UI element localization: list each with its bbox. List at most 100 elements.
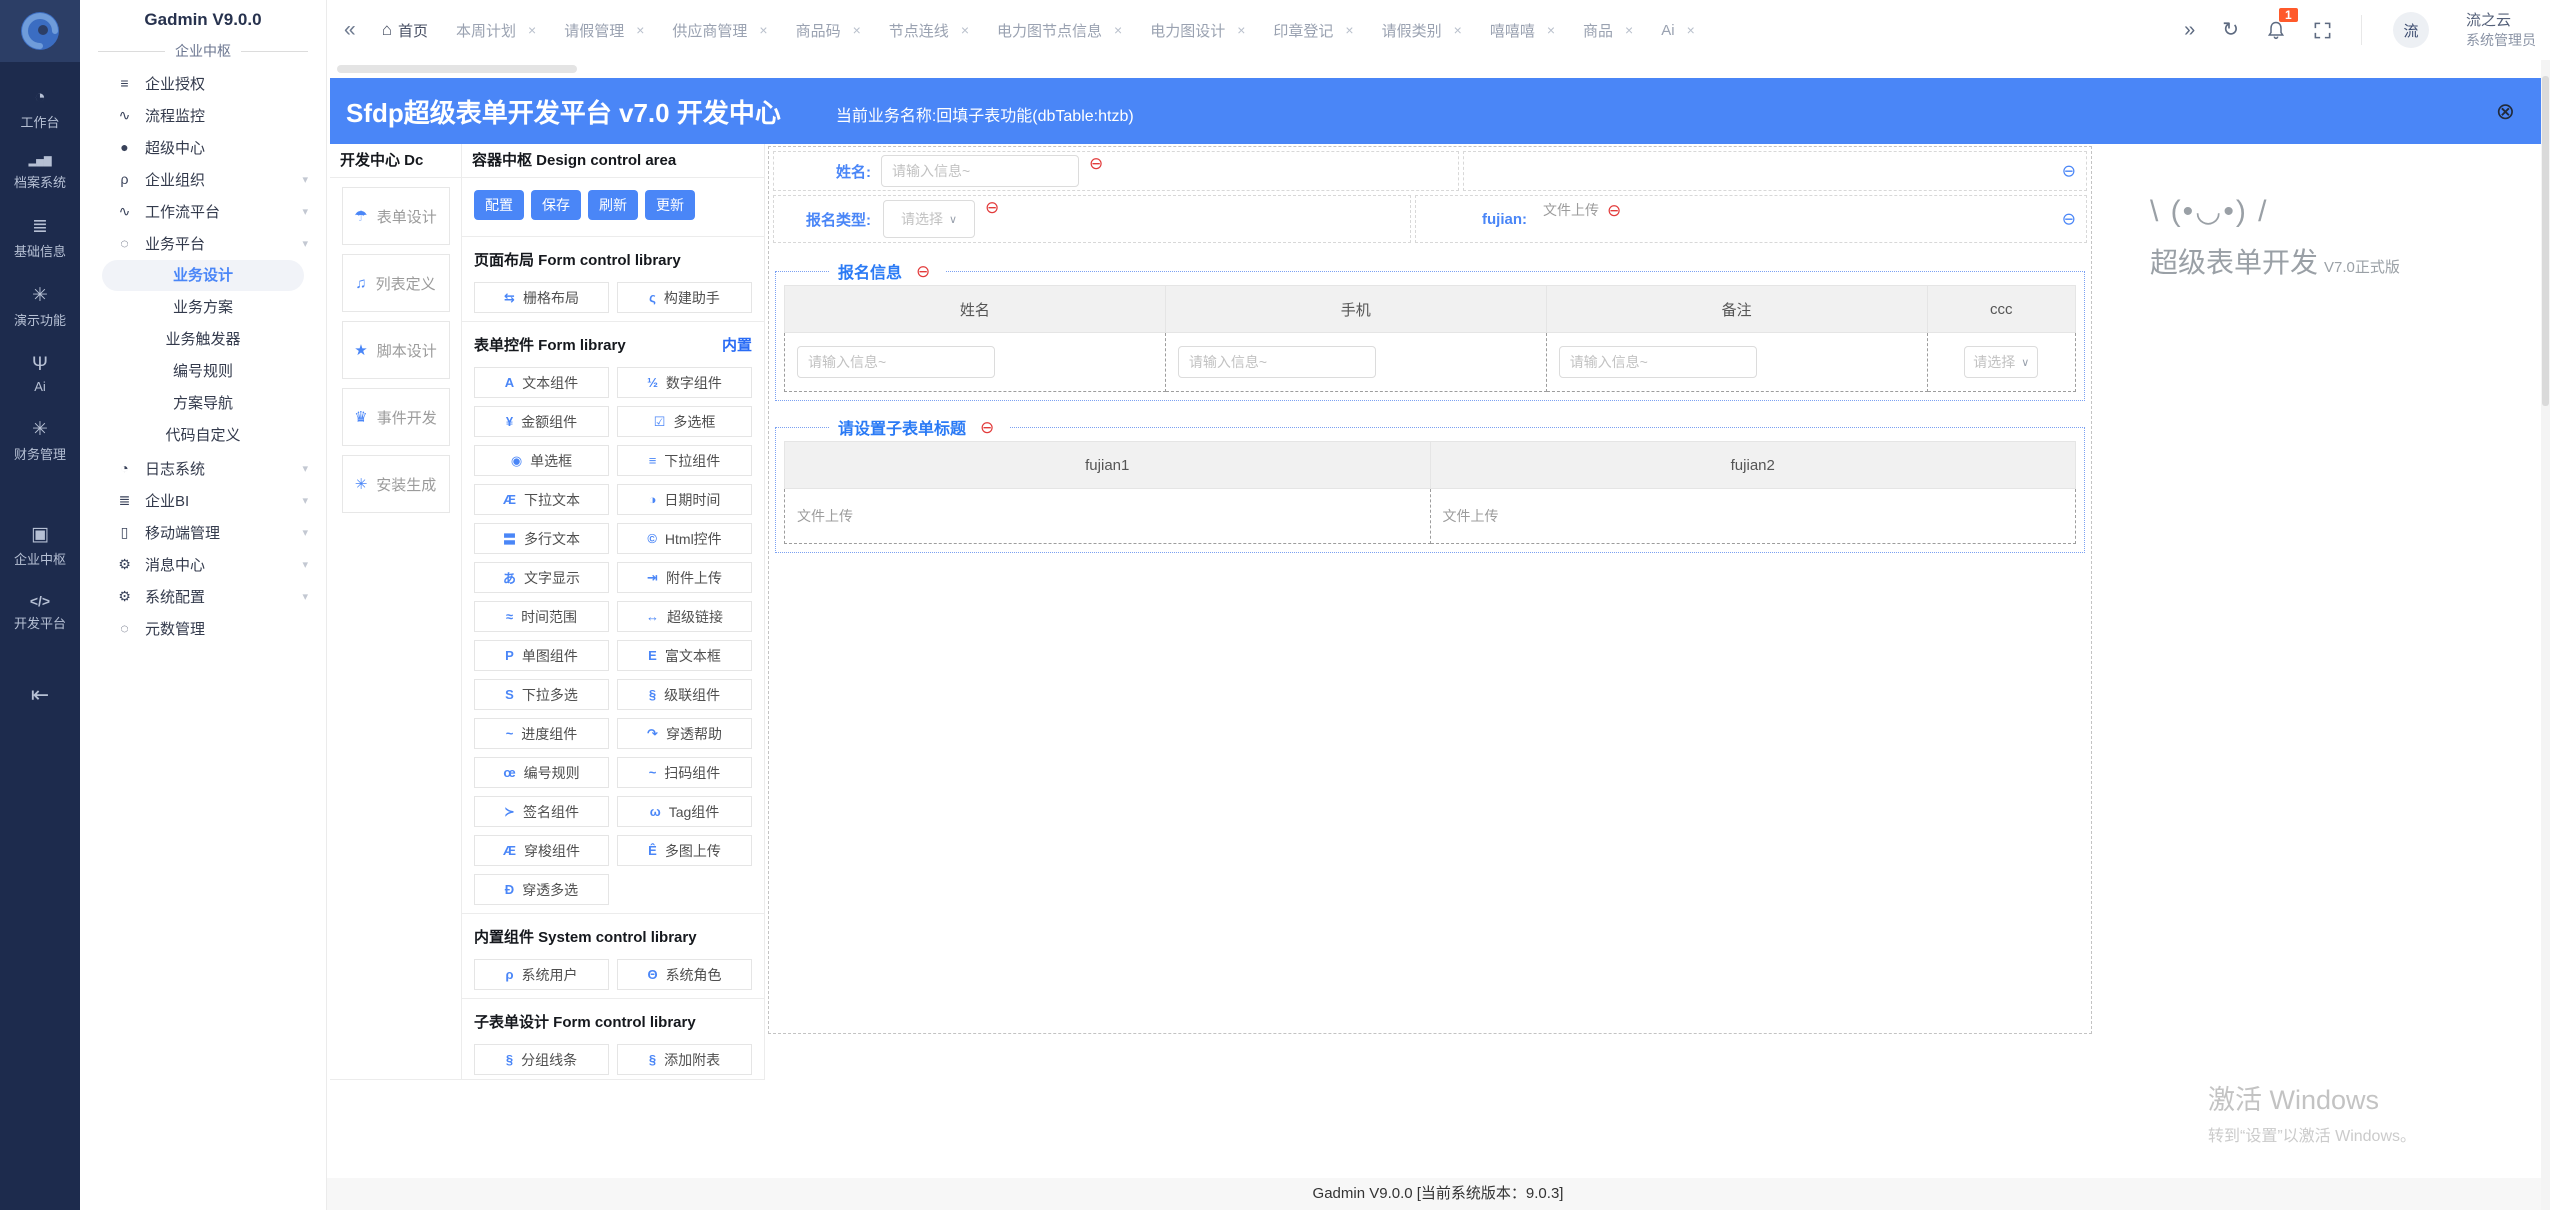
sidebar-subitem-business-trigger[interactable]: 业务触发器	[102, 324, 304, 355]
component-hyperlink[interactable]: ↔ 超级链接	[617, 601, 752, 632]
dc-item-install-generate[interactable]: ✳ 安装生成	[341, 455, 450, 513]
user-info[interactable]: 流之云 系统管理员	[2466, 11, 2536, 49]
close-designer-icon[interactable]: ⊗	[2496, 98, 2515, 125]
component-transfer[interactable]: Æ 穿梭组件	[474, 835, 609, 866]
remove-column-icon[interactable]: ⊖	[2062, 163, 2076, 180]
toolbar-button-2[interactable]: 刷新	[588, 190, 638, 220]
menu-collapse-icon[interactable]: ⇤	[31, 682, 49, 708]
sidebar-subitem-code-custom[interactable]: 代码自定义	[102, 420, 304, 451]
tab-close-icon[interactable]: ×	[1625, 22, 1633, 38]
component-drill-help[interactable]: ↷ 穿透帮助	[617, 718, 752, 749]
table-cell[interactable]: 请选择 ∨	[1926, 332, 2077, 392]
tab[interactable]: 电力图设计 ×	[1150, 20, 1245, 41]
remove-field-icon[interactable]: ⊖	[1607, 202, 1621, 219]
sidebar-item-mobile-management[interactable]: ▯ 移动端管理 ▾	[80, 516, 326, 548]
toolbar-button-0[interactable]: 配置	[474, 190, 524, 220]
sidebar-item-business-platform[interactable]: ◌ 业务平台 ▾	[80, 227, 326, 259]
component-text[interactable]: A 文本组件	[474, 367, 609, 398]
component-textarea[interactable]: 〓多行文本	[474, 523, 609, 554]
tabs-scroll-right-icon[interactable]: »	[2184, 20, 2195, 40]
tab-close-icon[interactable]: ×	[759, 22, 767, 38]
notification-bell-icon[interactable]: 1	[2266, 8, 2298, 41]
sidebar-item-enterprise-bi[interactable]: ≣ 企业BI ▾	[80, 484, 326, 516]
tab[interactable]: 电力图节点信息 ×	[997, 20, 1122, 41]
tab-close-icon[interactable]: ×	[1687, 22, 1695, 38]
rail-item-demo-features[interactable]: ✳ 演示功能	[14, 286, 66, 329]
component-select-text[interactable]: Æ 下拉文本	[474, 484, 609, 515]
rail-item-workbench[interactable]: ◔ 工作台	[14, 88, 66, 131]
component-multi-image-upload[interactable]: Ê 多图上传	[617, 835, 752, 866]
layout-build-assistant[interactable]: ς 构建助手	[617, 282, 752, 313]
tabbar-hscrollbar[interactable]	[337, 65, 577, 73]
sidebar-item-enterprise-org[interactable]: ρ 企业组织 ▾	[80, 163, 326, 195]
empty-cell[interactable]: ⊖	[1463, 151, 2087, 191]
rail-item-basic-info[interactable]: ≣ 基础信息	[14, 217, 66, 260]
remove-field-icon[interactable]: ⊖	[985, 199, 999, 216]
cell-input[interactable]: 请输入信息~	[1177, 346, 1376, 378]
subform-add-subtable[interactable]: § 添加附表	[617, 1044, 752, 1075]
refresh-icon[interactable]: ↻	[2222, 20, 2239, 40]
tab-close-icon[interactable]: ×	[528, 22, 536, 38]
component-signature[interactable]: ≻ 签名组件	[474, 796, 609, 827]
sidebar-item-metadata-management[interactable]: ◌ 元数管理	[80, 612, 326, 644]
tabs-scroll-left-icon[interactable]: «	[344, 18, 356, 42]
component-html[interactable]: © Html控件	[617, 523, 752, 554]
component-datetime[interactable]: ◑ 日期时间	[617, 484, 752, 515]
type-field-cell[interactable]: 报名类型: 请选择 ∨ ⊖	[773, 195, 1411, 243]
tab[interactable]: Ai ×	[1661, 22, 1695, 39]
sidebar-item-process-monitor[interactable]: ∿ 流程监控	[80, 99, 326, 131]
layout-grid-layout[interactable]: ⇆ 栅格布局	[474, 282, 609, 313]
sidebar-subitem-numbering-rule[interactable]: 编号规则	[102, 356, 304, 387]
dc-item-script-design[interactable]: ★ 脚本设计	[341, 321, 450, 379]
tab[interactable]: 供应商管理 ×	[672, 20, 767, 41]
component-select[interactable]: ≡ 下拉组件	[617, 445, 752, 476]
sidebar-item-super-center[interactable]: ● 超级中心	[80, 131, 326, 163]
remove-field-icon[interactable]: ⊖	[1089, 155, 1103, 172]
tab-close-icon[interactable]: ×	[1345, 22, 1353, 38]
dc-item-list-define[interactable]: ♫ 列表定义	[341, 254, 450, 312]
name-field-cell[interactable]: 姓名: 请输入信息~ ⊖	[773, 151, 1459, 191]
sidebar-item-system-config[interactable]: ⚙ 系统配置 ▾	[80, 580, 326, 612]
component-checkbox[interactable]: ☑ 多选框	[617, 406, 752, 437]
avatar[interactable]: 流	[2393, 12, 2429, 48]
component-scan[interactable]: ~ 扫码组件	[617, 757, 752, 788]
system-system-user[interactable]: ρ 系统用户	[474, 959, 609, 990]
component-multi-select[interactable]: S 下拉多选	[474, 679, 609, 710]
component-progress[interactable]: ~ 进度组件	[474, 718, 609, 749]
tab[interactable]: 请假类别 ×	[1382, 20, 1462, 41]
dc-item-event-dev[interactable]: ♛ 事件开发	[341, 388, 450, 446]
component-money[interactable]: ¥ 金额组件	[474, 406, 609, 437]
cell-input[interactable]: 请输入信息~	[1558, 346, 1757, 378]
table-cell[interactable]: 请输入信息~	[1545, 332, 1928, 392]
scrollbar-thumb[interactable]	[2542, 76, 2549, 406]
component-single-image[interactable]: P 单图组件	[474, 640, 609, 671]
sidebar-item-enterprise-auth[interactable]: ≡ 企业授权	[80, 67, 326, 99]
sidebar-subitem-plan-navigation[interactable]: 方案导航	[102, 388, 304, 419]
type-select[interactable]: 请选择 ∨	[883, 200, 975, 238]
component-cascade[interactable]: § 级联组件	[617, 679, 752, 710]
file-upload-text[interactable]: 文件上传	[1543, 200, 1599, 220]
toolbar-button-1[interactable]: 保存	[531, 190, 581, 220]
tab-close-icon[interactable]: ×	[1237, 22, 1245, 38]
file-upload-cell[interactable]: 文件上传	[784, 488, 1431, 544]
component-richtext[interactable]: E 富文本框	[617, 640, 752, 671]
builtin-badge[interactable]: 内置	[722, 334, 752, 355]
rail-item-enterprise-hub[interactable]: ▣ 企业中枢	[14, 525, 66, 568]
sidebar-item-workflow-platform[interactable]: ∿ 工作流平台 ▾	[80, 195, 326, 227]
sidebar-subitem-business-design[interactable]: 业务设计	[102, 260, 304, 291]
component-numbering-rule[interactable]: œ 编号规则	[474, 757, 609, 788]
sidebar-subitem-business-plan[interactable]: 业务方案	[102, 292, 304, 323]
vertical-scrollbar[interactable]	[2541, 60, 2550, 1210]
component-drill-multiselect[interactable]: Ð 穿透多选	[474, 874, 609, 905]
tab-home[interactable]: ⌂ 首页	[382, 20, 428, 41]
tab[interactable]: 请假管理 ×	[564, 20, 644, 41]
file-upload-cell[interactable]: 文件上传	[1429, 488, 2076, 544]
fujian-field-cell[interactable]: fujian: 文件上传 ⊖ ⊖	[1415, 195, 2087, 243]
component-radio[interactable]: ◉ 单选框	[474, 445, 609, 476]
component-attachment-upload[interactable]: ⇥ 附件上传	[617, 562, 752, 593]
rail-item-finance-management[interactable]: ✳ 财务管理	[14, 420, 66, 463]
remove-section-icon[interactable]: ⊖	[980, 419, 994, 436]
rail-item-dev-platform[interactable]: </> 开发平台	[14, 594, 66, 632]
tab-close-icon[interactable]: ×	[853, 22, 861, 38]
tab[interactable]: 嘻嘻嘻 ×	[1490, 20, 1555, 41]
